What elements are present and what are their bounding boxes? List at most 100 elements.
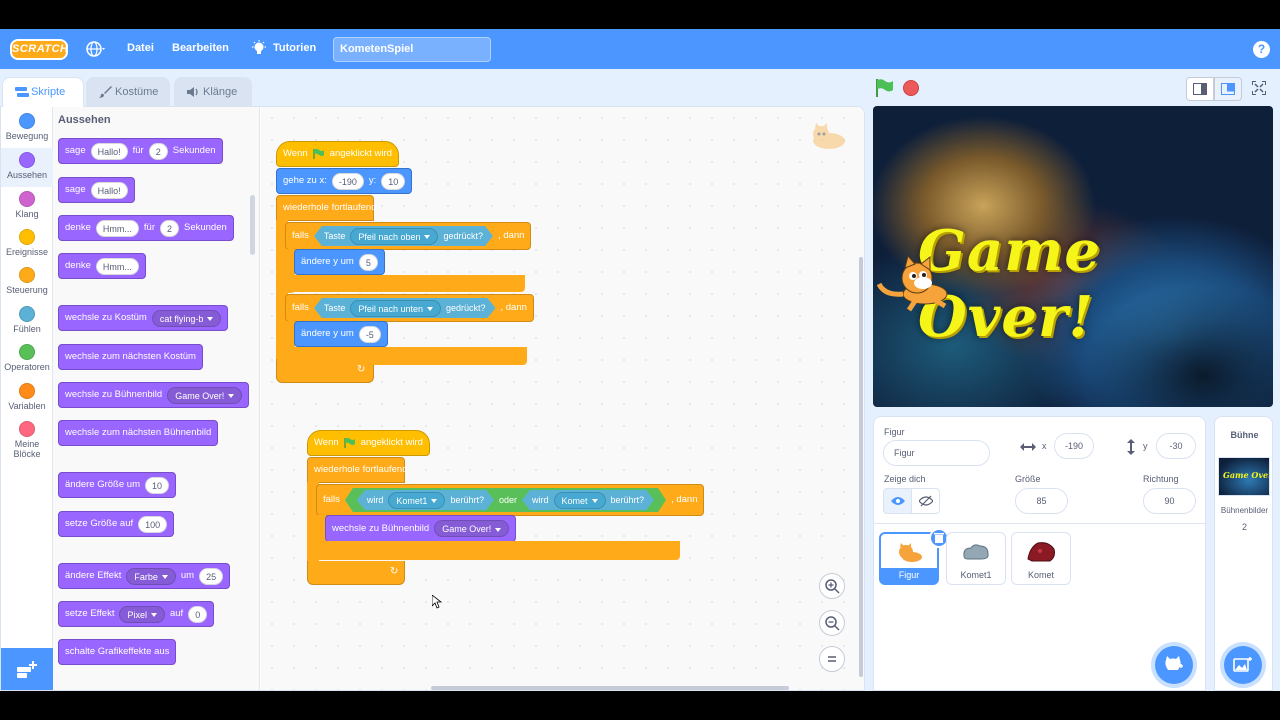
direction-input[interactable]: 90 [1143,488,1196,514]
block-input[interactable]: Hallo! [90,142,128,160]
block-input[interactable]: 2 [159,219,179,237]
backdrop-dropdown[interactable]: Game Over! [167,386,243,404]
stage-thumbnail[interactable]: Game Over! [1218,457,1270,496]
category-sound[interactable]: Klang [1,191,53,219]
category-motion[interactable]: Bewegung [1,113,53,141]
block-input[interactable]: Hmm... [95,219,139,237]
block-goto-xy[interactable]: gehe zu x: -190 y: 10 [276,168,413,194]
horizontal-scrollbar[interactable] [431,686,789,690]
sprite-tile-komet1[interactable]: Komet1 [946,532,1006,585]
zoom-reset-button[interactable] [819,646,845,672]
large-stage-button[interactable] [1214,77,1242,101]
key-dropdown[interactable]: Pfeil nach oben [350,228,438,245]
add-extension-button[interactable] [1,648,53,690]
small-stage-button[interactable] [1186,77,1214,101]
show-sprite-button[interactable] [883,488,912,514]
help-icon[interactable]: ? [1253,41,1270,58]
category-operators[interactable]: Operatoren [1,344,53,372]
lightbulb-icon[interactable] [251,40,267,57]
y-input[interactable]: -30 [1156,433,1196,459]
block-think[interactable]: denke Hmm... [58,253,146,279]
block-input[interactable]: 5 [358,253,378,271]
add-sprite-button[interactable] [1155,646,1193,684]
block-switch-backdrop[interactable]: wechsle zu Bühnenbild Game Over! [58,382,250,408]
tab-sounds[interactable]: Klänge [174,77,252,106]
category-sensing[interactable]: Fühlen [1,306,53,334]
effect-dropdown[interactable]: Pixel [119,605,165,623]
palette-scrollbar[interactable] [250,195,255,255]
block-input[interactable]: Hallo! [90,181,128,199]
block-input[interactable]: -5 [358,325,381,343]
x-input[interactable]: -190 [1054,433,1094,459]
file-menu[interactable]: Datei [127,42,154,54]
sprite-tile-figur[interactable]: Figur [879,528,949,585]
block-input[interactable]: 100 [138,515,168,533]
block-set-effect[interactable]: setze Effekt Pixel auf 0 [58,601,215,627]
tab-scripts[interactable]: Skripte [2,77,84,107]
block-next-backdrop[interactable]: wechsle zum nächsten Bühnenbild [58,420,219,446]
key-pressed-condition[interactable]: Taste Pfeil nach oben gedrückt? [314,226,493,246]
or-operator[interactable]: wird Komet1 berührt? oder wird Komet ber… [345,488,666,512]
backdrop-dropdown[interactable]: Game Over! [434,520,510,537]
category-looks[interactable]: Aussehen [1,148,53,187]
script-workspace[interactable]: Wenn angeklickt wird gehe zu x: -190 y: … [261,107,864,690]
block-if-key-down[interactable]: falls Taste Pfeil nach unten gedrückt? ,… [285,294,534,322]
key-pressed-condition[interactable]: Taste Pfeil nach unten gedrückt? [314,298,496,318]
green-flag-icon[interactable] [875,79,895,97]
sprite-name-input[interactable]: Figur [883,440,990,466]
block-say-for-secs[interactable]: sage Hallo! für 2 Sekunden [58,138,223,164]
vertical-scrollbar[interactable] [859,257,863,677]
stage-canvas[interactable]: Game Over! [873,106,1273,407]
block-change-y[interactable]: ändere y um 5 [294,249,385,275]
block-set-size[interactable]: setze Größe auf 100 [58,511,175,537]
cat-sprite[interactable] [875,256,955,314]
touching-condition[interactable]: wird Komet berührt? [522,490,654,510]
block-if-touching[interactable]: falls wird Komet1 berührt? oder wird Kom… [316,484,705,516]
sprite-dropdown[interactable]: Komet1 [388,492,445,509]
block-if-key-up[interactable]: falls Taste Pfeil nach oben gedrückt? , … [285,222,532,250]
block-change-effect[interactable]: ändere Effekt Farbe um 25 [58,563,231,589]
scratch-logo[interactable]: SCRATCH [10,39,68,60]
block-think-for-secs[interactable]: denke Hmm... für 2 Sekunden [58,215,234,241]
project-title-input[interactable]: KometenSpiel [333,37,491,62]
sprite-dropdown[interactable]: Komet [554,492,606,509]
sprite-tile-komet[interactable]: Komet [1011,532,1071,585]
block-forever[interactable]: wiederhole fortlaufend [276,195,376,221]
touching-condition[interactable]: wird Komet1 berührt? [357,490,494,510]
block-forever[interactable]: wiederhole fortlaufend [307,457,407,483]
category-variables[interactable]: Variablen [1,383,53,411]
fullscreen-icon[interactable] [1252,81,1266,95]
category-events[interactable]: Ereignisse [1,229,53,257]
block-input[interactable]: 2 [148,142,168,160]
block-change-y[interactable]: ändere y um -5 [294,321,388,347]
block-input[interactable]: 10 [381,172,406,190]
block-next-costume[interactable]: wechsle zum nächsten Kostüm [58,344,203,370]
category-my-blocks[interactable]: Meine Blöcke [1,421,53,459]
when-flag-clicked-hat[interactable]: Wenn angeklickt wird [276,141,399,167]
key-dropdown[interactable]: Pfeil nach unten [350,300,441,317]
size-input[interactable]: 85 [1015,488,1068,514]
block-input[interactable]: 25 [199,567,224,585]
category-control[interactable]: Steuerung [1,267,53,295]
when-flag-clicked-hat[interactable]: Wenn angeklickt wird [307,430,430,456]
block-clear-effects[interactable]: schalte Grafikeffekte aus [58,639,177,665]
language-globe-icon[interactable] [86,40,106,58]
tutorials-menu[interactable]: Tutorien [273,42,316,54]
add-backdrop-button[interactable] [1224,646,1262,684]
hide-sprite-button[interactable] [911,488,940,514]
block-input[interactable]: Hmm... [95,257,139,275]
stop-button[interactable] [903,80,919,96]
block-switch-costume[interactable]: wechsle zu Kostüm cat flying-b [58,305,229,331]
zoom-out-button[interactable] [819,610,845,636]
block-change-size[interactable]: ändere Größe um 10 [58,472,176,498]
effect-dropdown[interactable]: Farbe [126,567,176,585]
block-input[interactable]: -190 [331,172,364,190]
block-input[interactable]: 10 [144,476,169,494]
tab-costumes[interactable]: Kostüme [86,77,170,106]
block-input[interactable]: 0 [188,605,208,623]
zoom-in-button[interactable] [819,573,845,599]
edit-menu[interactable]: Bearbeiten [172,42,229,54]
block-say[interactable]: sage Hallo! [58,177,135,203]
costume-dropdown[interactable]: cat flying-b [151,309,222,327]
block-switch-backdrop[interactable]: wechsle zu Bühnenbild Game Over! [325,515,517,542]
